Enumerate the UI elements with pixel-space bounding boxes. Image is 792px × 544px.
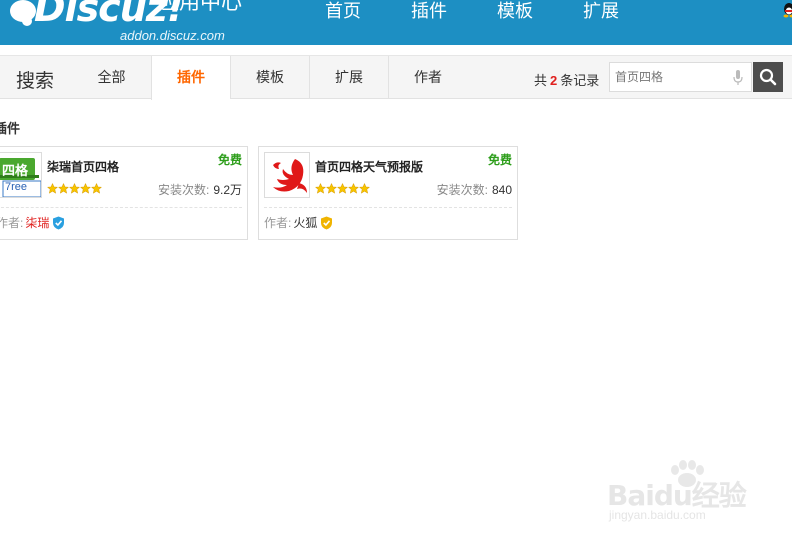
top-header: Discuz! 应用中心 addon.discuz.com 首页 插件 模板 扩… [0, 0, 792, 45]
tab-extensions[interactable]: 扩展 [309, 56, 388, 99]
plugin-thumbnail[interactable] [264, 152, 310, 198]
install-value: 840 [491, 183, 512, 197]
nav-plugins[interactable]: 插件 [386, 0, 472, 24]
microphone-icon[interactable] [733, 70, 743, 86]
install-label: 安装次数: [436, 183, 488, 197]
install-value: 9.2万 [213, 183, 242, 197]
search-button[interactable] [753, 62, 783, 92]
count-suffix: 条记录 [560, 73, 600, 88]
qq-penguin-icon[interactable] [782, 2, 792, 18]
star-icon [325, 181, 338, 194]
count-number: 2 [550, 73, 558, 88]
tab-plugins[interactable]: 插件 [151, 56, 230, 100]
result-count: 共 2 条记录 [534, 70, 599, 89]
nav-home[interactable]: 首页 [300, 0, 386, 24]
search-input[interactable] [610, 63, 725, 91]
logo-cn-title: 应用中心 [158, 0, 242, 14]
watermark-url: jingyan.baidu.com [609, 508, 706, 522]
price-badge: 免费 [487, 153, 512, 167]
plugin-name[interactable]: 柒瑞首页四格 [47, 158, 119, 175]
author-line: 作者: 火狐 [264, 214, 333, 231]
search-subbar: 搜索 全部 插件 模板 扩展 作者 共 2 条记录 [0, 55, 792, 100]
main-nav: 首页 插件 模板 扩展 [300, 0, 644, 24]
tab-all[interactable]: 全部 [72, 56, 151, 99]
plugin-card[interactable]: 四格 7ree 柒瑞首页四格 免费 安装次数: 9.2万 作者: 柒瑞 [0, 146, 248, 240]
tab-authors[interactable]: 作者 [388, 56, 467, 99]
star-icon [314, 181, 327, 194]
tab-templates[interactable]: 模板 [230, 56, 309, 99]
search-heading: 搜索 [16, 71, 55, 92]
logo-url: addon.discuz.com [120, 28, 225, 43]
nav-extensions[interactable]: 扩展 [558, 0, 644, 24]
author-label: 作者: [0, 216, 24, 230]
verified-shield-icon [53, 216, 65, 229]
search-icon [759, 68, 777, 86]
card-divider [264, 207, 512, 208]
nav-templates[interactable]: 模板 [472, 0, 558, 24]
section-title: 插件 [0, 121, 21, 136]
verified-shield-icon [321, 216, 333, 229]
author-line: 作者: 柒瑞 [0, 214, 65, 231]
star-icon [358, 181, 371, 194]
search-box [609, 62, 752, 92]
author-name[interactable]: 柒瑞 [25, 214, 49, 231]
category-tabs: 全部 插件 模板 扩展 作者 [72, 56, 467, 100]
author-name[interactable]: 火狐 [293, 214, 317, 231]
star-icon [68, 181, 81, 194]
install-label: 安装次数: [157, 183, 210, 197]
star-icon [46, 181, 59, 194]
install-count: 安装次数: 840 [437, 181, 512, 198]
star-icon [336, 181, 349, 194]
rating-stars [46, 181, 103, 194]
star-icon [57, 181, 70, 194]
price-badge: 免费 [217, 153, 242, 167]
star-icon [90, 181, 103, 194]
plugin-card[interactable]: 首页四格天气预报版 免费 安装次数: 840 作者: 火狐 [258, 146, 518, 240]
count-prefix: 共 [534, 73, 548, 88]
plugin-name[interactable]: 首页四格天气预报版 [315, 158, 423, 175]
baidu-jingyan-watermark: Baidu经验 jingyan.baidu.com [607, 460, 777, 530]
thumb-text-top: 四格 [2, 163, 29, 178]
star-icon [79, 181, 92, 194]
thumb-text-bottom: 7ree [5, 181, 28, 193]
install-count: 安装次数: 9.2万 [158, 181, 242, 198]
author-label: 作者: [264, 216, 292, 230]
plugin-thumbnail[interactable]: 四格 7ree [0, 152, 42, 198]
card-divider [0, 207, 242, 208]
fox-logo-icon [265, 153, 309, 197]
star-icon [347, 181, 360, 194]
logo-cloud-dot [22, 16, 32, 26]
rating-stars [314, 181, 371, 194]
